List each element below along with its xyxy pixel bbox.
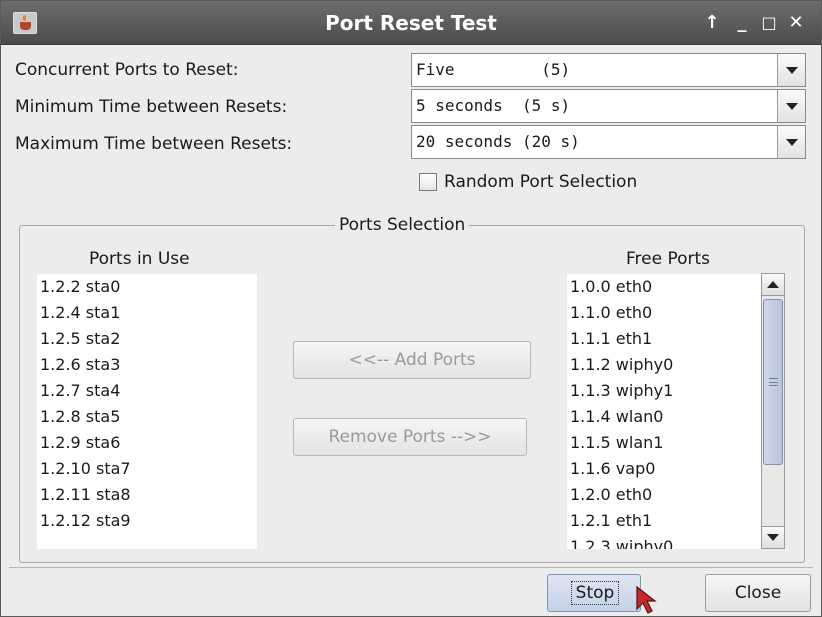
- concurrent-ports-label: Concurrent Ports to Reset:: [15, 60, 239, 80]
- list-item[interactable]: 1.1.0 eth0: [567, 300, 761, 326]
- close-icon[interactable]: ✕: [785, 9, 807, 37]
- min-time-value: 5 seconds (5 s): [416, 96, 571, 115]
- minimize-icon[interactable]: _: [731, 9, 753, 37]
- mouse-cursor-icon: [636, 585, 657, 614]
- random-port-checkbox[interactable]: [419, 173, 437, 191]
- list-item[interactable]: 1.1.1 eth1: [567, 326, 761, 352]
- port-reset-test-window: Port Reset Test ↑ _ □ ✕ Concurrent Ports…: [0, 0, 822, 617]
- title-bar[interactable]: Port Reset Test ↑ _ □ ✕: [1, 1, 821, 45]
- list-item[interactable]: 1.2.9 sta6: [37, 430, 257, 456]
- list-item[interactable]: 1.2.6 sta3: [37, 352, 257, 378]
- list-item[interactable]: 1.0.0 eth0: [567, 274, 761, 300]
- chevron-down-icon[interactable]: [777, 54, 805, 86]
- chevron-down-icon[interactable]: [777, 126, 805, 158]
- concurrent-ports-value: Five (5): [416, 60, 571, 79]
- free-ports-list[interactable]: 1.0.0 eth0 1.1.0 eth0 1.1.1 eth1 1.1.2 wiph…: [567, 274, 761, 549]
- list-item[interactable]: 1.2.0 eth0: [567, 482, 761, 508]
- list-item[interactable]: 1.2.3 wiphy0: [567, 534, 761, 549]
- stop-button[interactable]: Stop: [547, 574, 641, 612]
- list-item[interactable]: 1.2.11 sta8: [37, 482, 257, 508]
- window-title: Port Reset Test: [325, 11, 497, 35]
- always-on-top-icon[interactable]: ↑: [701, 9, 723, 37]
- remove-ports-button[interactable]: Remove Ports -->>: [293, 418, 527, 456]
- ports-in-use-header: Ports in Use: [89, 249, 190, 269]
- min-time-combo[interactable]: 5 seconds (5 s): [411, 89, 806, 123]
- grip-icon: [769, 378, 778, 386]
- list-item[interactable]: 1.2.7 sta4: [37, 378, 257, 404]
- scroll-thumb[interactable]: [763, 299, 783, 465]
- list-item[interactable]: 1.1.5 wlan1: [567, 430, 761, 456]
- free-ports-header: Free Ports: [626, 249, 711, 269]
- list-item[interactable]: 1.2.10 sta7: [37, 456, 257, 482]
- maximize-icon[interactable]: □: [758, 9, 780, 37]
- scroll-up-icon[interactable]: [762, 274, 784, 296]
- list-item[interactable]: 1.2.2 sta0: [37, 274, 257, 300]
- min-time-label: Minimum Time between Resets:: [15, 97, 288, 117]
- free-ports-scrollbar[interactable]: [761, 273, 785, 549]
- list-item[interactable]: 1.2.12 sta9: [37, 508, 257, 534]
- ports-selection-title: Ports Selection: [335, 214, 470, 236]
- scroll-down-icon[interactable]: [762, 526, 784, 548]
- close-button[interactable]: Close: [705, 574, 811, 612]
- list-item[interactable]: 1.1.4 wlan0: [567, 404, 761, 430]
- footer-divider: [9, 567, 813, 568]
- max-time-label: Maximum Time between Resets:: [15, 134, 293, 154]
- list-item[interactable]: 1.2.4 sta1: [37, 300, 257, 326]
- add-ports-button[interactable]: <<-- Add Ports: [293, 341, 531, 379]
- list-item[interactable]: 1.2.8 sta5: [37, 404, 257, 430]
- list-item[interactable]: 1.1.6 vap0: [567, 456, 761, 482]
- list-item[interactable]: 1.1.2 wiphy0: [567, 352, 761, 378]
- max-time-value: 20 seconds (20 s): [416, 132, 580, 151]
- list-item[interactable]: 1.1.3 wiphy1: [567, 378, 761, 404]
- chevron-down-icon[interactable]: [777, 90, 805, 122]
- stop-button-label: Stop: [575, 583, 615, 603]
- list-item[interactable]: 1.2.1 eth1: [567, 508, 761, 534]
- concurrent-ports-combo[interactable]: Five (5): [411, 53, 806, 87]
- ports-in-use-list[interactable]: 1.2.2 sta0 1.2.4 sta1 1.2.5 sta2 1.2.6 sta3…: [37, 274, 257, 549]
- random-port-label[interactable]: Random Port Selection: [444, 171, 637, 193]
- max-time-combo[interactable]: 20 seconds (20 s): [411, 125, 806, 159]
- list-item[interactable]: 1.2.5 sta2: [37, 326, 257, 352]
